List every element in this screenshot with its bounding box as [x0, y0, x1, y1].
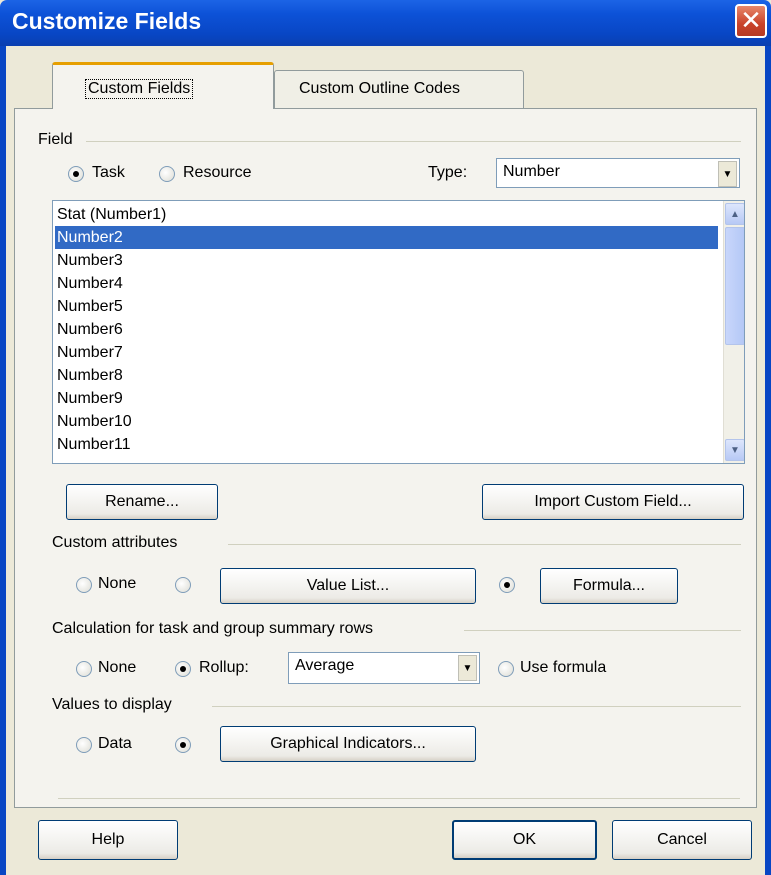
field-group-heading: Field	[38, 131, 73, 148]
help-button-label: Help	[91, 831, 125, 848]
dropdown-arrow-icon[interactable]: ▼	[718, 161, 737, 187]
list-item[interactable]: Number11	[55, 433, 718, 456]
rename-button-label: Rename...	[105, 493, 179, 510]
list-item-selected[interactable]: Number2	[55, 226, 718, 249]
type-dropdown[interactable]: Number ▼	[496, 158, 740, 188]
window-frame-left	[0, 46, 6, 875]
list-item[interactable]: Number3	[55, 249, 718, 272]
scroll-thumb[interactable]	[725, 227, 744, 345]
graphical-indicators-radio[interactable]	[175, 737, 191, 753]
tab-label: Custom Outline Codes	[299, 80, 460, 97]
list-item[interactable]: Number8	[55, 364, 718, 387]
graphical-indicators-button[interactable]: Graphical Indicators...	[220, 726, 476, 762]
calculation-none-radio[interactable]	[76, 661, 92, 677]
calculation-divider	[464, 630, 741, 631]
resource-radio[interactable]	[159, 166, 175, 182]
list-scrollbar[interactable]: ▲ ▼	[723, 201, 744, 463]
list-item[interactable]: Stat (Number1)	[55, 203, 718, 226]
close-icon: ✕	[740, 6, 762, 36]
value-list-radio[interactable]	[175, 577, 191, 593]
type-value: Number	[503, 163, 560, 180]
import-custom-field-button[interactable]: Import Custom Field...	[482, 484, 744, 520]
value-list-button[interactable]: Value List...	[220, 568, 476, 604]
custom-attributes-heading: Custom attributes	[52, 534, 178, 551]
dropdown-arrow-icon[interactable]: ▼	[458, 655, 477, 681]
type-label: Type:	[428, 164, 468, 181]
rename-button[interactable]: Rename...	[66, 484, 218, 520]
tab-custom-fields[interactable]: Custom Fields	[52, 62, 274, 109]
cancel-button[interactable]: Cancel	[612, 820, 752, 860]
data-radio[interactable]	[76, 737, 92, 753]
window-frame-right	[765, 46, 771, 875]
ok-button-label: OK	[512, 831, 537, 848]
custom-attributes-divider	[228, 544, 741, 545]
task-radio[interactable]	[68, 166, 84, 182]
list-item[interactable]: Number10	[55, 410, 718, 433]
use-formula-radio[interactable]	[498, 661, 514, 677]
list-item[interactable]: Number5	[55, 295, 718, 318]
rollup-dropdown[interactable]: Average ▼	[288, 652, 480, 684]
scroll-up-icon[interactable]: ▲	[725, 203, 744, 225]
list-item[interactable]: Number7	[55, 341, 718, 364]
rollup-value: Average	[295, 657, 355, 674]
help-button[interactable]: Help	[38, 820, 178, 860]
field-group-divider	[86, 141, 741, 142]
use-formula-label[interactable]: Use formula	[520, 659, 606, 677]
formula-radio[interactable]	[499, 577, 515, 593]
ok-button[interactable]: OK	[452, 820, 597, 860]
list-item[interactable]: Number9	[55, 387, 718, 410]
graphical-indicators-button-label: Graphical Indicators...	[270, 735, 426, 752]
formula-button-label: Formula...	[572, 577, 645, 594]
scroll-down-icon[interactable]: ▼	[725, 439, 744, 461]
tab-label: Custom Fields	[85, 79, 194, 99]
field-listbox[interactable]: Stat (Number1) Number2 Number3 Number4 N…	[52, 200, 745, 464]
rollup-radio[interactable]	[175, 661, 191, 677]
formula-button[interactable]: Formula...	[540, 568, 678, 604]
window-title: Customize Fields	[12, 8, 202, 34]
calculation-none-label[interactable]: None	[98, 659, 136, 677]
value-list-button-label: Value List...	[306, 577, 390, 594]
cancel-button-label: Cancel	[657, 831, 707, 848]
tab-custom-outline-codes[interactable]: Custom Outline Codes	[274, 70, 524, 108]
values-display-divider	[212, 706, 741, 707]
list-item[interactable]: Number6	[55, 318, 718, 341]
import-button-label: Import Custom Field...	[534, 493, 692, 510]
rollup-label[interactable]: Rollup:	[199, 659, 249, 677]
resource-radio-label[interactable]: Resource	[183, 164, 251, 182]
task-radio-label[interactable]: Task	[92, 164, 125, 182]
footer-divider	[58, 798, 740, 799]
close-button[interactable]: ✕	[735, 4, 767, 38]
attributes-none-radio[interactable]	[76, 577, 92, 593]
list-item[interactable]: Number4	[55, 272, 718, 295]
data-radio-label[interactable]: Data	[98, 735, 132, 753]
calculation-heading: Calculation for task and group summary r…	[52, 620, 374, 637]
values-display-heading: Values to display	[52, 696, 172, 713]
attributes-none-label[interactable]: None	[98, 575, 136, 593]
